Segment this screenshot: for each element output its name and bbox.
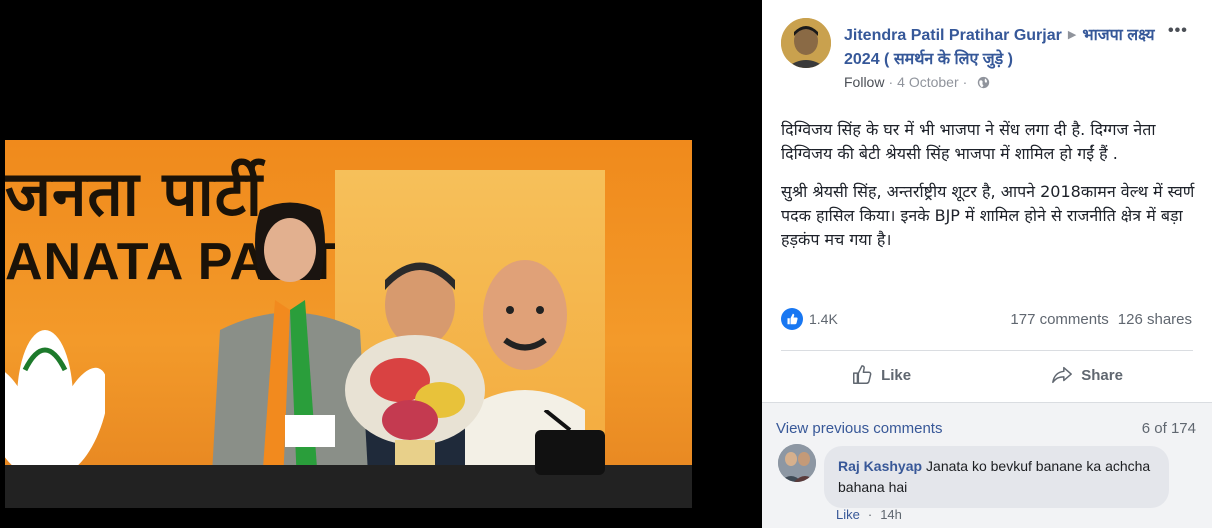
photo-viewer: जनता पार्टी ANATA PART	[0, 0, 762, 528]
share-button[interactable]: Share	[1031, 358, 1143, 392]
post-photo[interactable]: जनता पार्टी ANATA PART	[5, 140, 692, 508]
post-actions: Like Share	[781, 358, 1193, 392]
meta-separator: ·	[962, 74, 968, 90]
comment-actions: Like · 14h	[836, 507, 902, 522]
share-arrow-icon	[1052, 366, 1073, 384]
post-text: दिग्विजय सिंह के घर में भी भाजपा ने सेंध…	[781, 118, 1196, 266]
commenter-name[interactable]: Raj Kashyap	[838, 458, 922, 474]
commenter-avatar-image	[778, 444, 816, 482]
post-stats: 177 comments 126 shares	[1010, 311, 1192, 328]
comments-section: View previous comments 6 of 174 Raj Kash…	[762, 402, 1212, 528]
comments-position: 6 of 174	[1141, 420, 1196, 437]
avatar-image	[781, 18, 831, 68]
view-previous-comments-link[interactable]: View previous comments	[776, 420, 942, 437]
post-panel: Jitendra Patil Pratihar Gurjar ▶ भाजपा लक्…	[762, 0, 1212, 528]
shares-count[interactable]: 126 shares	[1118, 311, 1192, 328]
like-label: Like	[881, 366, 912, 384]
more-options-icon[interactable]: •••	[1168, 22, 1188, 40]
comment-time[interactable]: 14h	[880, 507, 902, 522]
reaction-summary[interactable]: 1.4K	[781, 308, 838, 330]
globe-icon[interactable]	[977, 76, 990, 89]
like-button[interactable]: Like	[831, 358, 931, 392]
like-reaction-icon	[781, 308, 803, 330]
post-paragraph-1: दिग्विजय सिंह के घर में भी भाजपा ने सेंध…	[781, 120, 1156, 163]
divider	[781, 350, 1193, 351]
arrow-right-icon: ▶	[1067, 29, 1077, 41]
post-card: Jitendra Patil Pratihar Gurjar ▶ भाजपा लक्…	[762, 0, 1212, 402]
comment-bubble: Raj Kashyap Janata ko bevkuf banane ka ac…	[824, 446, 1169, 508]
author-name[interactable]: Jitendra Patil Pratihar Gurjar	[844, 27, 1062, 44]
microphone	[535, 410, 605, 475]
comment-separator: ·	[867, 507, 873, 522]
comment-like-button[interactable]: Like	[836, 507, 860, 522]
commenter-avatar[interactable]	[778, 444, 816, 482]
post-meta: Follow · 4 October ·	[844, 74, 990, 90]
share-label: Share	[1081, 366, 1123, 384]
post-header: Jitendra Patil Pratihar Gurjar ▶ भाजपा लक्…	[844, 23, 1174, 72]
reaction-count: 1.4K	[809, 311, 838, 327]
post-paragraph-2: सुश्री श्रेयसी सिंह, अन्तर्राष्ट्रीय शूट…	[781, 182, 1195, 249]
follow-link[interactable]: Follow	[844, 74, 884, 90]
comments-count[interactable]: 177 comments	[1010, 311, 1108, 328]
meta-separator: ·	[888, 74, 894, 90]
lotus-logo	[5, 330, 105, 473]
thumbs-up-icon	[853, 365, 872, 384]
post-date[interactable]: 4 October	[897, 74, 958, 90]
author-avatar[interactable]	[781, 18, 831, 68]
